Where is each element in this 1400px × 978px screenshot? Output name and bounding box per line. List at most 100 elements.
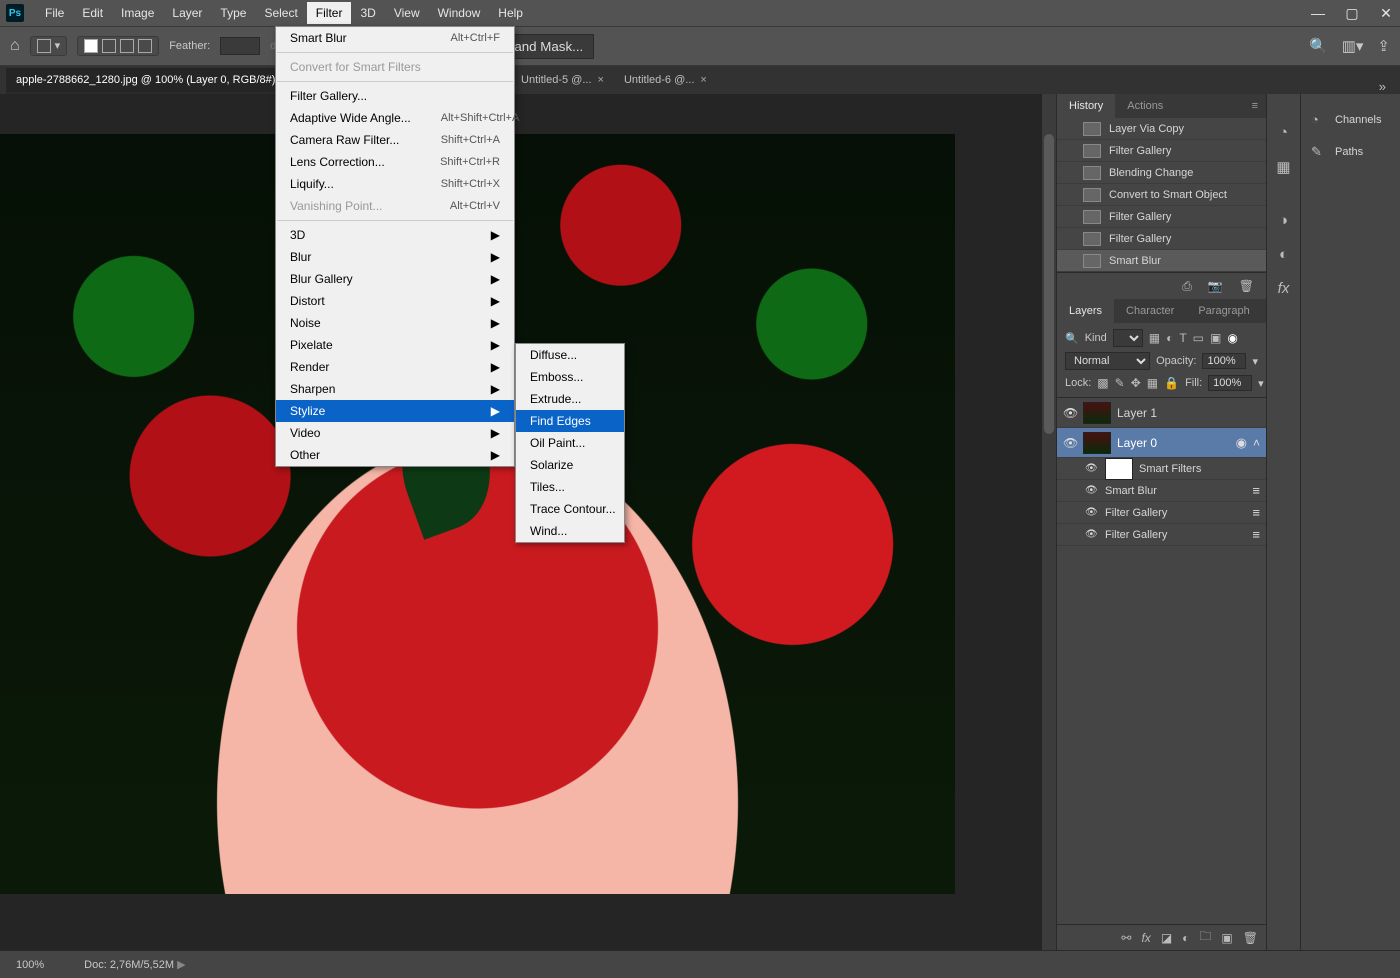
- history-snapshot-icon[interactable]: 📷: [1208, 279, 1223, 293]
- smart-filter-item[interactable]: 👁Filter Gallery≡: [1057, 524, 1266, 546]
- styles-icon[interactable]: ◐: [1275, 246, 1293, 264]
- menuitem-blur-gallery[interactable]: Blur Gallery▶: [276, 268, 514, 290]
- menuitem-pixelate[interactable]: Pixelate▶: [276, 334, 514, 356]
- search-icon[interactable]: 🔍: [1309, 37, 1328, 55]
- new-layer-icon[interactable]: ▣: [1221, 931, 1232, 945]
- swatches-icon[interactable]: ▦: [1275, 158, 1293, 176]
- visibility-icon[interactable]: 👁: [1085, 485, 1099, 496]
- menuitem-filter-gallery-[interactable]: Filter Gallery...: [276, 85, 514, 107]
- lock-artboard-icon[interactable]: ▦: [1147, 376, 1158, 390]
- history-item[interactable]: Filter Gallery: [1057, 140, 1266, 162]
- menuitem-noise[interactable]: Noise▶: [276, 312, 514, 334]
- workspace-icon[interactable]: ▥▾: [1342, 37, 1364, 55]
- link-layers-icon[interactable]: ⚯: [1121, 931, 1131, 945]
- layer-mask-icon[interactable]: ◪: [1161, 931, 1172, 945]
- filter-toggle-icon[interactable]: ◉: [1227, 331, 1237, 345]
- smart-filter-icon[interactable]: ◉: [1236, 435, 1247, 451]
- menuitem-other[interactable]: Other▶: [276, 444, 514, 466]
- menuitem-smart-blur[interactable]: Smart BlurAlt+Ctrl+F: [276, 27, 514, 49]
- visibility-icon[interactable]: 👁: [1085, 529, 1099, 540]
- menu-view[interactable]: View: [385, 2, 429, 24]
- history-item[interactable]: Blending Change: [1057, 162, 1266, 184]
- menuitem-stylize[interactable]: Stylize▶: [276, 400, 514, 422]
- history-item[interactable]: Filter Gallery: [1057, 206, 1266, 228]
- opacity-input[interactable]: [1202, 353, 1246, 369]
- menu-type[interactable]: Type: [211, 2, 255, 24]
- layer-row[interactable]: 👁Layer 1: [1057, 398, 1266, 428]
- menuitem-distort[interactable]: Distort▶: [276, 290, 514, 312]
- layer-fx-icon[interactable]: fx: [1141, 931, 1150, 945]
- menu-filter[interactable]: Filter: [307, 2, 352, 24]
- menu-3d[interactable]: 3D: [351, 2, 384, 24]
- share-icon[interactable]: ⇪: [1377, 37, 1390, 55]
- tab-paragraph[interactable]: Paragraph: [1186, 299, 1261, 323]
- minimize-button[interactable]: —: [1310, 5, 1326, 22]
- smart-filter-item[interactable]: 👁Smart Blur≡: [1057, 480, 1266, 502]
- visibility-icon[interactable]: 👁: [1085, 507, 1099, 518]
- history-new-doc-icon[interactable]: ⎙: [1182, 279, 1192, 294]
- maximize-button[interactable]: ▢: [1344, 5, 1360, 22]
- vertical-scrollbar[interactable]: [1042, 94, 1056, 950]
- filter-settings-icon[interactable]: ≡: [1252, 483, 1260, 498]
- delete-layer-icon[interactable]: 🗑: [1243, 931, 1258, 945]
- filter-adjust-icon[interactable]: ◐: [1166, 331, 1173, 345]
- marquee-mode-group[interactable]: ▾: [30, 36, 68, 56]
- close-button[interactable]: ✕: [1378, 5, 1394, 22]
- filter-shape-icon[interactable]: ▭: [1193, 331, 1204, 345]
- menuitem-adaptive-wide-angle-[interactable]: Adaptive Wide Angle...Alt+Shift+Ctrl+A: [276, 107, 514, 129]
- menu-layer[interactable]: Layer: [163, 2, 211, 24]
- layer-group-icon[interactable]: 🗀: [1199, 927, 1211, 948]
- close-tab-icon[interactable]: ×: [598, 74, 604, 86]
- menu-select[interactable]: Select: [255, 2, 306, 24]
- filter-settings-icon[interactable]: ≡: [1252, 505, 1260, 520]
- tab-history[interactable]: History: [1057, 94, 1115, 118]
- lock-position-icon[interactable]: ✥: [1131, 376, 1141, 390]
- menuitem-find-edges[interactable]: Find Edges: [516, 410, 624, 432]
- history-item[interactable]: Convert to Smart Object: [1057, 184, 1266, 206]
- visibility-icon[interactable]: 👁: [1085, 463, 1099, 474]
- visibility-icon[interactable]: 👁: [1063, 436, 1077, 450]
- smart-filter-item[interactable]: 👁Filter Gallery≡: [1057, 502, 1266, 524]
- lock-image-icon[interactable]: ✎: [1115, 376, 1125, 390]
- home-icon[interactable]: ⌂: [10, 37, 20, 55]
- menuitem-trace-contour-[interactable]: Trace Contour...: [516, 498, 624, 520]
- menuitem-3d[interactable]: 3D▶: [276, 224, 514, 246]
- menuitem-emboss-[interactable]: Emboss...: [516, 366, 624, 388]
- document-tab[interactable]: Untitled-6 @...×: [614, 68, 717, 94]
- menuitem-lens-correction-[interactable]: Lens Correction...Shift+Ctrl+R: [276, 151, 514, 173]
- lock-transparent-icon[interactable]: ▩: [1097, 376, 1108, 390]
- menuitem-tiles-[interactable]: Tiles...: [516, 476, 624, 498]
- document-tab[interactable]: apple-2788662_1280.jpg @ 100% (Layer 0, …: [6, 68, 305, 94]
- fill-input[interactable]: [1208, 375, 1252, 391]
- menu-window[interactable]: Window: [429, 2, 490, 24]
- adjustment-layer-icon[interactable]: ◐: [1182, 931, 1189, 945]
- filter-type-icon[interactable]: T: [1179, 331, 1186, 345]
- adjustments-icon[interactable]: ◑: [1275, 212, 1293, 230]
- menuitem-solarize[interactable]: Solarize: [516, 454, 624, 476]
- paths-panel-button[interactable]: ✎Paths: [1301, 140, 1400, 164]
- filter-smart-icon[interactable]: ▣: [1210, 331, 1221, 345]
- history-item[interactable]: Layer Via Copy: [1057, 118, 1266, 140]
- tab-overflow-icon[interactable]: »: [1365, 79, 1400, 94]
- menu-help[interactable]: Help: [489, 2, 532, 24]
- channels-panel-button[interactable]: ◔Channels: [1301, 108, 1400, 132]
- menuitem-camera-raw-filter-[interactable]: Camera Raw Filter...Shift+Ctrl+A: [276, 129, 514, 151]
- tab-actions[interactable]: Actions: [1115, 94, 1175, 118]
- menuitem-wind-[interactable]: Wind...: [516, 520, 624, 542]
- history-item[interactable]: Smart Blur: [1057, 250, 1266, 272]
- zoom-level[interactable]: 100%: [16, 959, 44, 971]
- selection-mode-group[interactable]: [77, 36, 159, 56]
- menuitem-video[interactable]: Video▶: [276, 422, 514, 444]
- history-delete-icon[interactable]: 🗑: [1239, 279, 1254, 293]
- blend-mode-select[interactable]: Normal: [1065, 352, 1150, 370]
- tab-character[interactable]: Character: [1114, 299, 1186, 323]
- visibility-icon[interactable]: 👁: [1063, 406, 1077, 420]
- kind-select[interactable]: [1113, 329, 1143, 347]
- filter-pixel-icon[interactable]: ▦: [1149, 331, 1160, 345]
- menu-image[interactable]: Image: [112, 2, 163, 24]
- menu-edit[interactable]: Edit: [73, 2, 112, 24]
- document-tab[interactable]: Untitled-5 @...×: [511, 68, 614, 94]
- menuitem-liquify-[interactable]: Liquify...Shift+Ctrl+X: [276, 173, 514, 195]
- history-item[interactable]: Filter Gallery: [1057, 228, 1266, 250]
- menuitem-blur[interactable]: Blur▶: [276, 246, 514, 268]
